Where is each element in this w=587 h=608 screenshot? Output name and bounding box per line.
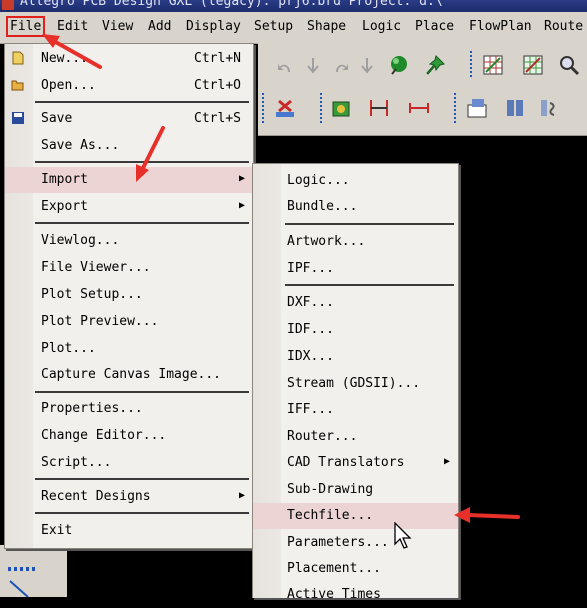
menu-separator — [35, 101, 249, 103]
menu-item-save-as[interactable]: Save As... — [5, 133, 253, 159]
menu-item-capture-canvas-image[interactable]: Capture Canvas Image... — [5, 362, 253, 388]
submenu-arrow-icon: ▶ — [238, 200, 245, 211]
toolbar-grip[interactable] — [320, 93, 322, 123]
submenu-item-sub-drawing[interactable]: Sub-Drawing — [253, 477, 458, 503]
menu-flowplan[interactable]: FlowPlan — [469, 19, 532, 34]
menu-item-save[interactable]: Save Ctrl+S — [5, 106, 253, 132]
file-menu: New... Ctrl+N Open... Ctrl+O Save Ctrl+S… — [4, 43, 254, 549]
submenu-item-logic[interactable]: Logic... — [253, 168, 458, 194]
save-disk-icon — [12, 112, 24, 124]
menu-separator — [35, 161, 249, 163]
zoom-icon[interactable] — [558, 54, 580, 76]
menu-add[interactable]: Add — [148, 19, 171, 34]
submenu-item-router[interactable]: Router... — [253, 424, 458, 450]
menu-item-properties[interactable]: Properties... — [5, 396, 253, 422]
menu-item-import[interactable]: Import ▶ — [5, 167, 253, 193]
submenu-item-techfile[interactable]: Techfile... — [253, 503, 458, 529]
import-submenu: Logic... Bundle... Artwork... IPF... DXF… — [252, 163, 459, 602]
menu-separator — [35, 512, 249, 514]
app-icon — [2, 0, 14, 10]
green-ball-icon[interactable] — [388, 54, 410, 76]
redo-icon[interactable] — [330, 55, 352, 77]
submenu-item-bundle[interactable]: Bundle... — [253, 194, 458, 220]
delete-component-icon[interactable] — [274, 97, 296, 119]
submenu-item-dxf[interactable]: DXF... — [253, 290, 458, 316]
menu-logic[interactable]: Logic — [362, 19, 401, 34]
menu-route[interactable]: Route — [544, 19, 583, 34]
menu-display[interactable]: Display — [186, 19, 241, 34]
submenu-arrow-icon: ▶ — [238, 490, 245, 501]
submenu-item-artwork[interactable]: Artwork... — [253, 229, 458, 255]
menu-edit[interactable]: Edit — [57, 19, 88, 34]
menu-item-plot-preview[interactable]: Plot Preview... — [5, 309, 253, 335]
submenu-item-idf[interactable]: IDF... — [253, 317, 458, 343]
menu-item-new[interactable]: New... Ctrl+N — [5, 46, 253, 72]
grid-icon[interactable] — [482, 54, 504, 76]
menu-separator — [285, 284, 454, 286]
dimension-icon[interactable] — [368, 97, 390, 119]
menu-separator — [35, 391, 249, 393]
left-panel — [0, 545, 67, 597]
window-title: Allegro PCB Design GXL (legacy): prj6.br… — [20, 0, 443, 9]
undo-icon[interactable] — [274, 55, 296, 77]
submenu-item-iff[interactable]: IFF... — [253, 397, 458, 423]
panel-grip[interactable] — [8, 567, 38, 571]
submenu-item-cad-translators[interactable]: CAD Translators ▶ — [253, 450, 458, 476]
toolbar-grip[interactable] — [470, 51, 472, 79]
toolbar-row-1 — [258, 45, 587, 87]
menu-setup[interactable]: Setup — [254, 19, 293, 34]
odb-export-icon[interactable] — [466, 97, 488, 119]
open-folder-icon — [11, 80, 24, 91]
submenu-item-stream-gdsii[interactable]: Stream (GDSII)... — [253, 371, 458, 397]
measure-icon[interactable] — [408, 97, 430, 119]
down-arrow-icon[interactable] — [356, 55, 378, 77]
toolbar-area — [258, 43, 587, 136]
menu-item-change-editor[interactable]: Change Editor... — [5, 423, 253, 449]
title-bar: Allegro PCB Design GXL (legacy): prj6.br… — [0, 0, 587, 12]
submenu-item-active-times[interactable]: Active Times — [253, 582, 458, 608]
annotation-arrow-techfile — [454, 507, 520, 523]
pin-icon[interactable] — [424, 54, 446, 76]
menu-bar: File Edit View Add Display Setup Shape L… — [0, 12, 587, 44]
menu-item-plot[interactable]: Plot... — [5, 336, 253, 362]
submenu-arrow-icon: ▶ — [443, 456, 450, 467]
down-arrow-icon[interactable] — [302, 55, 324, 77]
new-document-icon — [12, 51, 24, 65]
submenu-item-idx[interactable]: IDX... — [253, 344, 458, 370]
toolbar-grip[interactable] — [262, 93, 264, 123]
mouse-cursor-icon — [394, 522, 412, 549]
menu-view[interactable]: View — [102, 19, 133, 34]
menu-item-exit[interactable]: Exit — [5, 518, 253, 544]
menu-separator — [35, 222, 249, 224]
script-icon[interactable] — [538, 97, 560, 119]
menu-item-file-viewer[interactable]: File Viewer... — [5, 255, 253, 281]
menu-shape[interactable]: Shape — [307, 19, 346, 34]
diagonal-line-icon — [9, 580, 29, 597]
book-icon[interactable] — [504, 97, 526, 119]
menu-item-export[interactable]: Export ▶ — [5, 194, 253, 220]
menu-separator — [285, 223, 454, 225]
submenu-arrow-icon: ▶ — [238, 173, 245, 184]
submenu-item-parameters[interactable]: Parameters... — [253, 530, 458, 556]
menu-item-viewlog[interactable]: Viewlog... — [5, 228, 253, 254]
toolbar-grip[interactable] — [454, 93, 456, 123]
menu-item-open[interactable]: Open... Ctrl+O — [5, 73, 253, 99]
menu-separator — [35, 478, 249, 480]
menu-item-plot-setup[interactable]: Plot Setup... — [5, 282, 253, 308]
menu-item-script[interactable]: Script... — [5, 450, 253, 476]
submenu-item-placement[interactable]: Placement... — [253, 556, 458, 582]
menu-file[interactable]: File — [6, 16, 46, 37]
component-icon[interactable] — [330, 97, 352, 119]
menu-item-recent-designs[interactable]: Recent Designs ▶ — [5, 484, 253, 510]
grid-route-icon[interactable] — [522, 54, 544, 76]
toolbar-row-2 — [258, 89, 587, 131]
menu-place[interactable]: Place — [415, 19, 454, 34]
submenu-item-ipf[interactable]: IPF... — [253, 256, 458, 282]
